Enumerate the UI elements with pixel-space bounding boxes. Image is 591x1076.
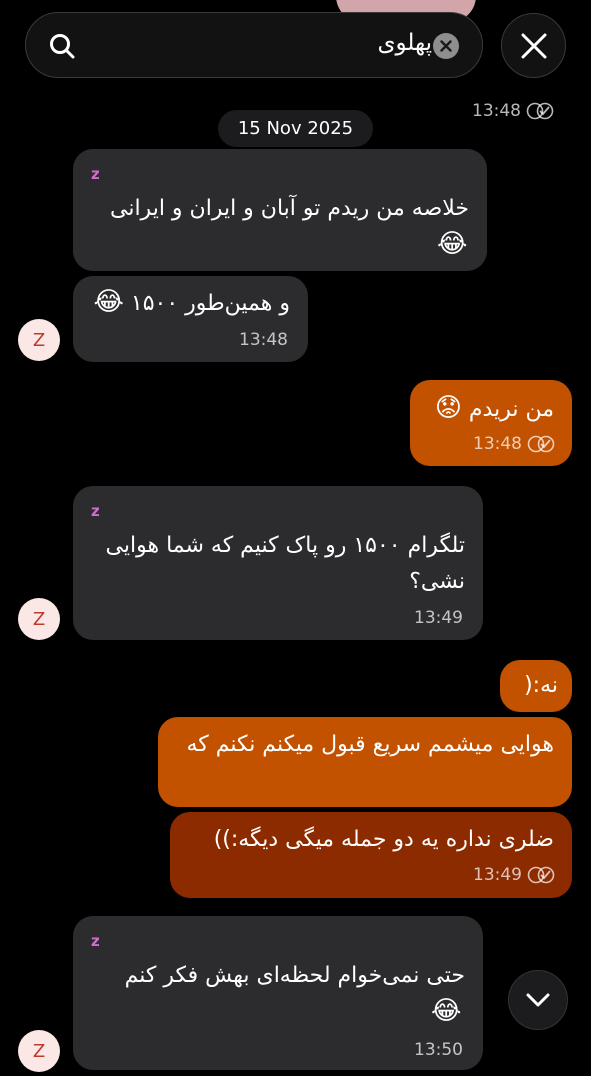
avatar[interactable]: Z (18, 319, 60, 361)
read-checks-icon (527, 866, 555, 884)
message-time: 13:48 (473, 434, 522, 454)
message-time: 13:49 (414, 608, 463, 628)
message-meta: 13:48 (239, 330, 288, 350)
laughing-emoji: 😂 (93, 287, 124, 317)
outgoing-message[interactable]: من نریدم 😟 13:48 (410, 380, 572, 466)
message-text: ضلری نداره یه دو جمله میگی دیگه:)) (213, 827, 554, 852)
incoming-message[interactable]: z حتی نمی‌خوام لحظه‌ای بهش فکر کنم 😂 13:… (73, 916, 483, 1070)
message-time: 13:48 (472, 101, 521, 121)
message-meta: 13:49 (414, 608, 463, 628)
read-checks-icon (526, 102, 554, 120)
search-icon[interactable] (48, 32, 76, 60)
chevron-down-icon (526, 993, 550, 1007)
sender-name: z (91, 502, 100, 520)
message-meta: 13:49 (473, 865, 556, 885)
message-meta: 13:48 (473, 434, 556, 454)
message-time: 13:48 (239, 330, 288, 350)
search-input[interactable]: پهلوی (377, 30, 432, 56)
avatar[interactable]: Z (18, 598, 60, 640)
sender-name: z (91, 932, 100, 950)
clear-search-button[interactable] (433, 33, 459, 59)
laughing-emoji: 😂 (431, 996, 462, 1026)
incoming-message[interactable]: و همین‌طور ۱۵۰۰ 😂 13:48 (73, 276, 308, 362)
message-text: حتی نمی‌خوام لحظه‌ای بهش فکر کنم (124, 963, 465, 988)
laughing-emoji: 😂 (437, 229, 468, 259)
incoming-message[interactable]: z خلاصه من ریدم تو آبان و ایران و ایرانی… (73, 149, 487, 271)
read-checks-icon (527, 435, 555, 453)
clear-icon (440, 40, 452, 52)
avatar[interactable]: Z (18, 1030, 60, 1072)
message-text-content: من نریدم (468, 397, 554, 422)
message-text: خلاصه من ریدم تو آبان و ایران و ایرانی (109, 196, 469, 221)
sender-name: z (91, 165, 100, 183)
outgoing-message[interactable]: ضلری نداره یه دو جمله میگی دیگه:)) 13:49 (170, 812, 572, 898)
message-text: و همین‌طور ۱۵۰۰ 😂 (90, 284, 290, 322)
message-time: 13:49 (473, 865, 522, 885)
message-time: 13:50 (414, 1040, 463, 1060)
outgoing-message[interactable]: هوایی میشمم سریع قبول میکنم نکنم که (158, 717, 572, 807)
scroll-to-bottom-button[interactable] (508, 970, 568, 1030)
message-text: نه:( (524, 673, 558, 698)
date-separator: 15 Nov 2025 (218, 110, 373, 147)
message-meta: 13:50 (414, 1040, 463, 1060)
message-text-content: و همین‌طور ۱۵۰۰ (130, 291, 290, 316)
message-meta: 13:48 (472, 101, 555, 121)
message-text: هوایی میشمم سریع قبول میکنم نکنم که (186, 732, 555, 757)
worried-emoji: 😟 (434, 393, 462, 423)
message-text: من نریدم 😟 (414, 390, 554, 428)
search-bar[interactable]: پهلوی (25, 12, 483, 78)
close-search-button[interactable] (501, 13, 566, 78)
incoming-message[interactable]: z تلگرام ۱۵۰۰ رو پاک کنیم که شما هوایی ن… (73, 486, 483, 640)
outgoing-message[interactable]: نه:( (500, 660, 572, 712)
close-icon (521, 33, 546, 58)
message-text: تلگرام ۱۵۰۰ رو پاک کنیم که شما هوایی نشی… (105, 533, 465, 594)
